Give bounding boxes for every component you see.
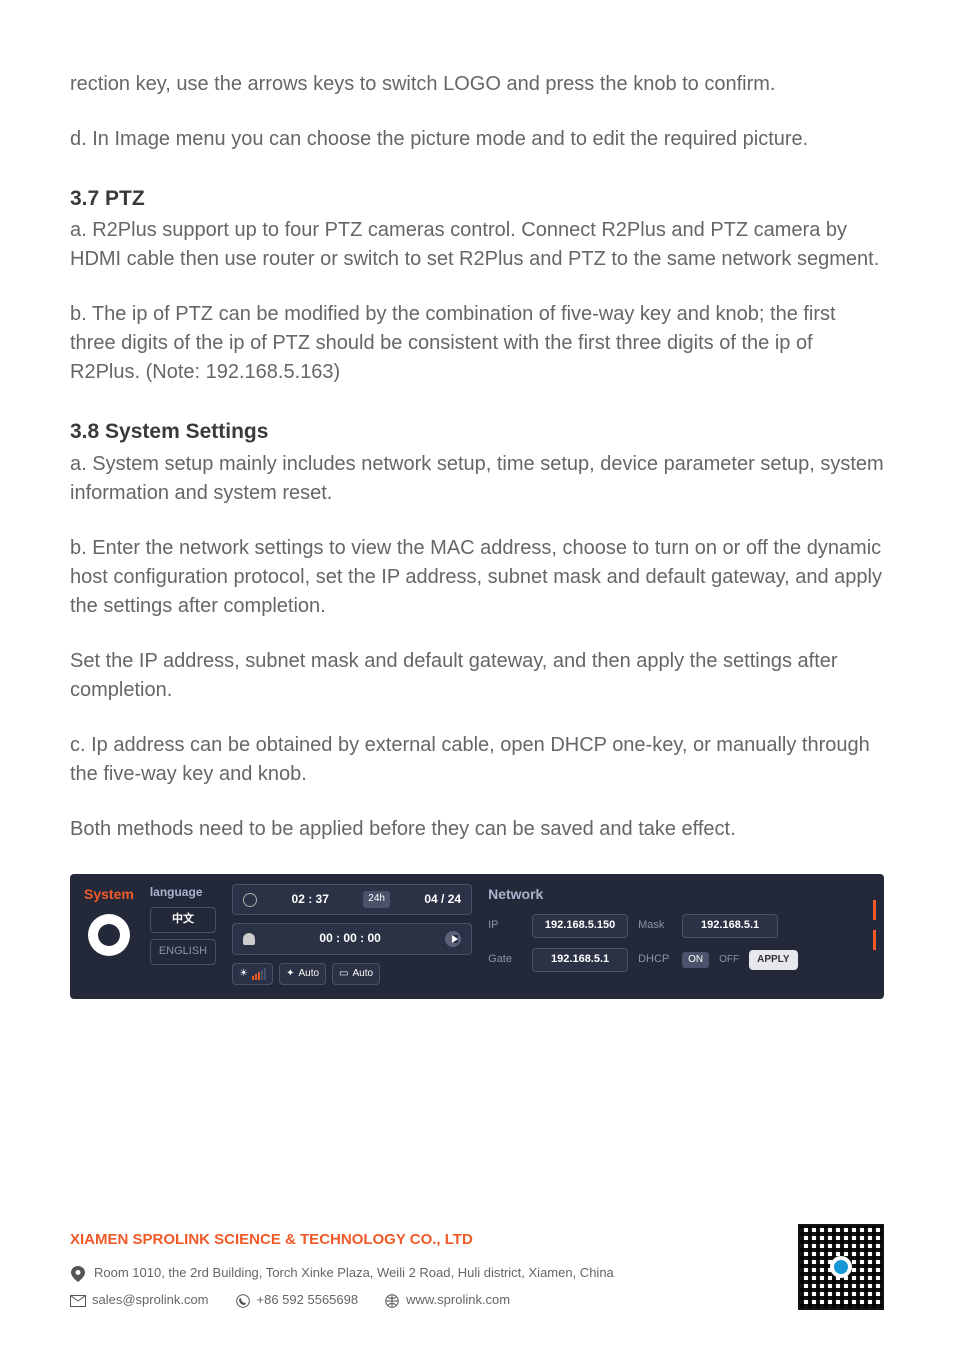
paragraph: c. Ip address can be obtained by externa…: [70, 731, 884, 789]
lang-en-button[interactable]: ENGLISH: [150, 939, 216, 965]
system-tab-label[interactable]: System: [84, 884, 134, 904]
paragraph: a. R2Plus support up to four PTZ cameras…: [70, 216, 884, 274]
level-bars-icon: [252, 968, 266, 980]
gear-icon[interactable]: [88, 914, 130, 956]
ip-field[interactable]: 192.168.5.150: [532, 914, 628, 938]
email-icon: [70, 1293, 86, 1309]
paragraph: b. The ip of PTZ can be modified by the …: [70, 300, 884, 387]
timer-bar[interactable]: 00 : 00 : 00: [232, 923, 472, 954]
language-label: language: [150, 884, 216, 901]
globe-icon: [384, 1293, 400, 1309]
fan-auto-label: Auto: [298, 967, 319, 982]
lang-cn-button[interactable]: 中文: [150, 907, 216, 933]
section-title-ptz: 3.7 PTZ: [70, 184, 884, 214]
address-text: Room 1010, the 2rd Building, Torch Xinke…: [94, 1264, 614, 1283]
company-name: XIAMEN SPROLINK SCIENCE & TECHNOLOGY CO.…: [70, 1229, 884, 1251]
sun-icon: ☀: [239, 967, 248, 982]
paragraph: rection key, use the arrows keys to swit…: [70, 70, 884, 99]
email-text: sales@sprolink.com: [92, 1291, 209, 1310]
paragraph: Set the IP address, subnet mask and defa…: [70, 647, 884, 705]
system-settings-ui: System language 中文 ENGLISH 02 : 37 24h 0…: [70, 874, 884, 999]
gate-label: Gate: [488, 952, 522, 968]
clock-icon: [243, 893, 257, 907]
page-footer: XIAMEN SPROLINK SCIENCE & TECHNOLOGY CO.…: [70, 1229, 884, 1310]
timer-value: 00 : 00 : 00: [319, 930, 380, 947]
location-pin-icon: [70, 1266, 86, 1282]
time-format-tag[interactable]: 24h: [363, 891, 390, 908]
screen-control[interactable]: ▭ Auto: [332, 963, 380, 986]
bell-icon: [243, 933, 255, 945]
mask-field[interactable]: 192.168.5.1: [682, 914, 778, 938]
network-title: Network: [488, 884, 870, 904]
dhcp-on-button[interactable]: ON: [682, 952, 709, 969]
clock-date: 04 / 24: [424, 891, 461, 908]
clock-bar[interactable]: 02 : 37 24h 04 / 24: [232, 884, 472, 915]
brightness-control[interactable]: ☀: [232, 963, 273, 986]
paragraph: Both methods need to be applied before t…: [70, 815, 884, 844]
clock-time: 02 : 37: [292, 891, 329, 908]
mask-label: Mask: [638, 918, 672, 934]
accent-bar: [873, 900, 876, 920]
dhcp-label: DHCP: [638, 952, 672, 968]
play-icon[interactable]: [445, 931, 461, 947]
dhcp-off-button[interactable]: OFF: [719, 953, 739, 968]
section-title-system-settings: 3.8 System Settings: [70, 417, 884, 447]
accent-bar: [873, 930, 876, 950]
paragraph: b. Enter the network settings to view th…: [70, 534, 884, 621]
fan-control[interactable]: ✦ Auto: [279, 963, 326, 986]
screen-auto-label: Auto: [353, 967, 374, 982]
phone-text: +86 592 5565698: [257, 1291, 359, 1310]
screen-icon: ▭: [339, 967, 348, 982]
paragraph: d. In Image menu you can choose the pict…: [70, 125, 884, 154]
phone-icon: [235, 1293, 251, 1309]
gate-field[interactable]: 192.168.5.1: [532, 948, 628, 972]
ip-label: IP: [488, 918, 522, 934]
qr-code: [798, 1224, 884, 1310]
paragraph: a. System setup mainly includes network …: [70, 450, 884, 508]
web-text: www.sprolink.com: [406, 1291, 510, 1310]
fan-icon: ✦: [286, 967, 294, 982]
apply-button[interactable]: APPLY: [749, 950, 797, 971]
